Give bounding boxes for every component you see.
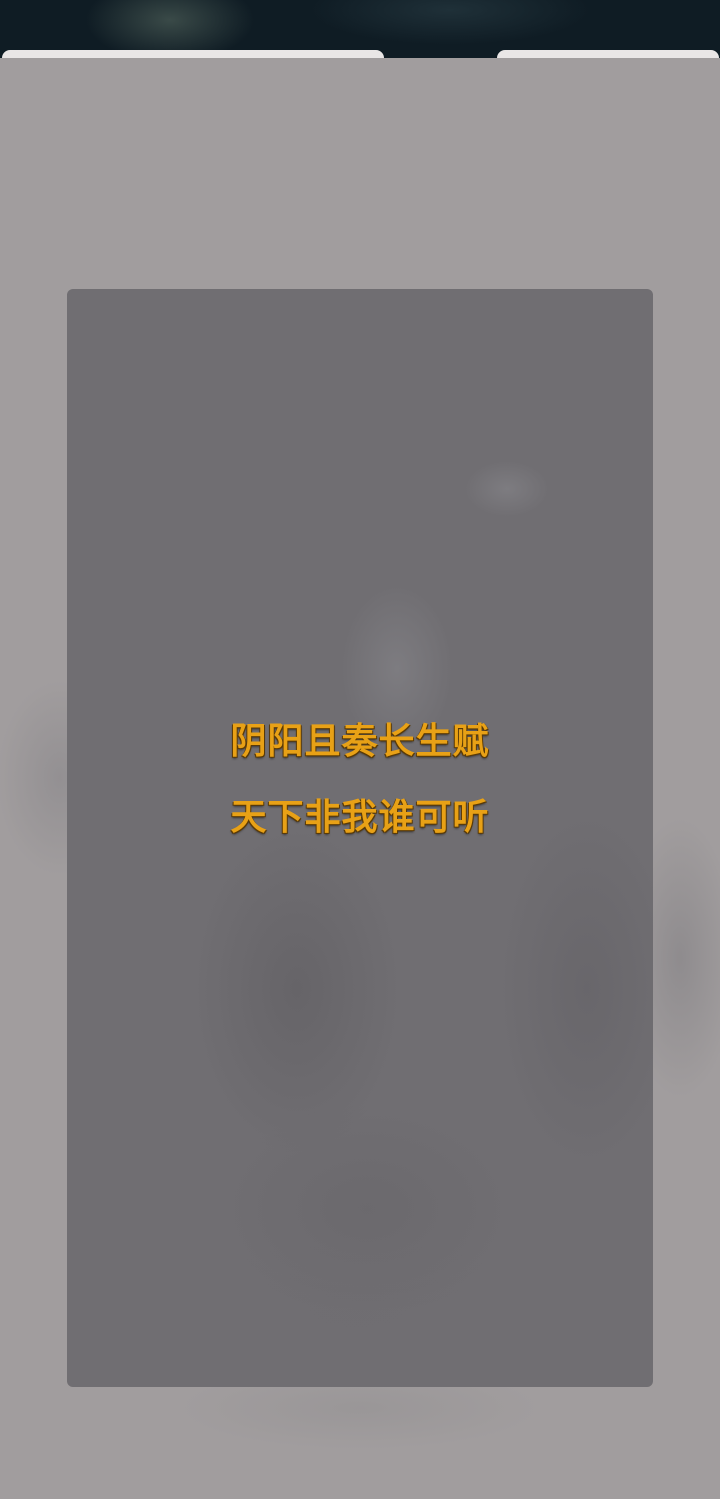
game-screen: 阴阳且奏长生赋 天下非我谁可听 [0, 0, 720, 1499]
loading-overlay: 阴阳且奏长生赋 天下非我谁可听 [0, 58, 720, 1499]
loading-card: 阴阳且奏长生赋 天下非我谁可听 [67, 289, 653, 1387]
verse-line-2: 天下非我谁可听 [230, 797, 490, 838]
loading-verse: 阴阳且奏长生赋 天下非我谁可听 [67, 704, 653, 856]
verse-line-1: 阴阳且奏长生赋 [230, 721, 490, 762]
